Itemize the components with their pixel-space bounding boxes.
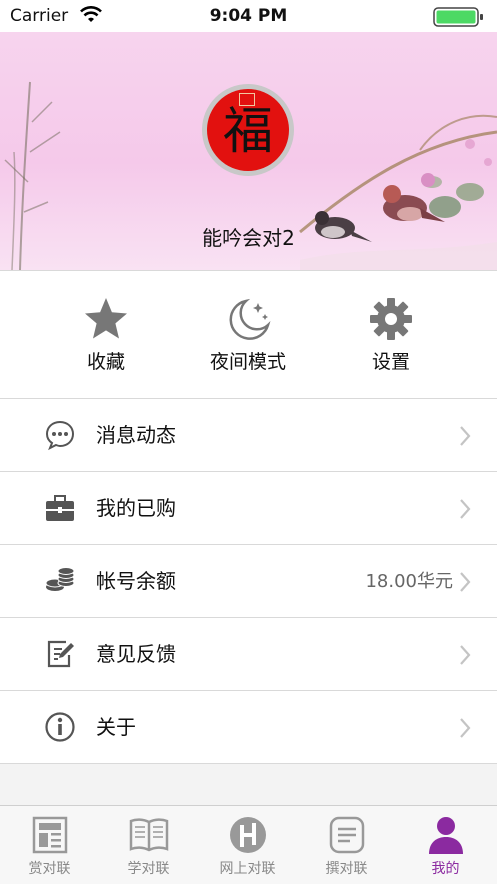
favorites-button[interactable]: 收藏 [46,295,166,374]
tab-bar: 赏对联 学对联 网上对联 撰对联 我的 [0,805,497,884]
night-mode-button[interactable]: 夜间模式 [188,295,308,374]
menu-item-balance[interactable]: 帐号余额 18.00华元 [0,545,497,618]
tab-mine[interactable]: 我的 [396,814,495,878]
night-mode-label: 夜间模式 [209,351,286,373]
document-icon [329,816,364,854]
menu-item-label: 我的已购 [96,496,176,520]
briefcase-icon [46,495,74,521]
avatar[interactable]: 福 [202,84,294,176]
menu-item-label: 消息动态 [96,423,176,447]
tab-label: 学对联 [127,861,170,877]
chevron-right-icon [460,426,471,446]
gear-icon [370,298,412,340]
menu-item-feedback[interactable]: 意见反馈 [0,618,497,691]
settings-button[interactable]: 设置 [331,295,451,374]
chevron-right-icon [460,645,471,665]
star-icon [85,298,127,339]
tab-compose[interactable]: 撰对联 [297,814,396,878]
battery-icon [433,7,483,27]
moon-icon [229,298,271,340]
person-icon [428,817,463,854]
book-icon [129,818,168,852]
tab-label: 赏对联 [28,861,71,877]
tab-label: 撰对联 [325,861,368,877]
feedback-icon [47,640,74,668]
tab-online[interactable]: 网上对联 [198,814,297,878]
profile-banner: 福 能吟会对2 [0,32,497,271]
chevron-right-icon [460,572,471,592]
tab-appreciate[interactable]: 赏对联 [0,814,99,878]
menu-item-purchased[interactable]: 我的已购 [0,472,497,545]
status-bar: Carrier 9:04 PM [0,0,497,32]
status-time: 9:04 PM [209,6,288,26]
newspaper-icon [32,816,67,854]
coins-icon [45,567,75,591]
info-icon [45,712,75,742]
menu-list: 消息动态 我的已购 帐号余额 18.00华元 意见反馈 关于 [0,399,497,764]
quick-actions: 收藏 夜间模式 设置 [0,271,497,399]
menu-item-messages[interactable]: 消息动态 [0,399,497,472]
tab-learn[interactable]: 学对联 [99,814,198,878]
avatar-glyph: 福 [223,102,273,160]
balance-value: 18.00华元 [365,571,453,592]
chevron-right-icon [460,718,471,738]
menu-item-label: 意见反馈 [96,642,176,666]
favorites-label: 收藏 [86,351,125,373]
username-label[interactable]: 能吟会对2 [0,222,497,251]
menu-item-label: 帐号余额 [96,569,176,593]
tab-label: 网上对联 [219,861,276,877]
menu-item-about[interactable]: 关于 [0,691,497,764]
settings-label: 设置 [371,351,410,373]
tab-label: 我的 [431,861,460,877]
chevron-right-icon [460,499,471,519]
menu-item-label: 关于 [96,715,136,739]
globe-icon [229,817,266,853]
message-icon [45,420,75,451]
avatar-image: 福 [207,89,289,171]
